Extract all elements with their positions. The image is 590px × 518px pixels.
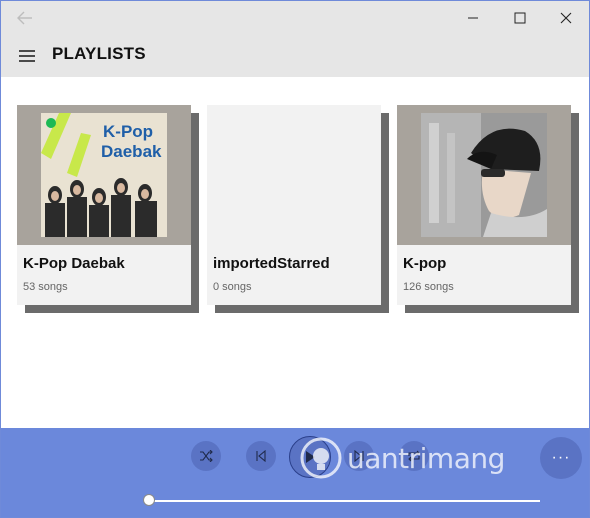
shuffle-icon (200, 450, 213, 462)
app-window: PLAYLISTS K-Pop Daebak K-Pop Daebak 53 s… (0, 0, 590, 518)
more-options-button[interactable]: ··· (540, 437, 582, 479)
card-body: K-pop 126 songs (397, 105, 571, 305)
hamburger-icon (19, 50, 35, 62)
playlist-art-empty (207, 105, 381, 245)
album-cover-kpop-daebak: K-Pop Daebak (41, 113, 167, 237)
minimize-button[interactable] (450, 1, 496, 35)
playlist-name: K-pop (403, 255, 447, 272)
title-bar (1, 1, 589, 35)
playlist-card[interactable]: importedStarred 0 songs (207, 105, 389, 313)
shuffle-button[interactable] (191, 441, 221, 471)
watermark-bulb-icon (300, 437, 342, 479)
watermark-logo: uantrimang (299, 434, 539, 484)
maximize-icon (514, 12, 526, 24)
playlist-name: K-Pop Daebak (23, 255, 125, 272)
playlist-art: K-Pop Daebak (17, 105, 191, 245)
art-title-line2: Daebak (101, 142, 162, 161)
player-bar: uantrimang ··· (1, 428, 589, 517)
card-body: K-Pop Daebak K-Pop Daebak 53 songs (17, 105, 191, 305)
playlist-song-count: 53 songs (23, 281, 68, 293)
playlist-art (397, 105, 571, 245)
album-cover-photo (421, 113, 547, 237)
playlist-grid: K-Pop Daebak K-Pop Daebak 53 songs impor… (1, 77, 589, 427)
app-header: PLAYLISTS (1, 35, 589, 77)
card-body: importedStarred 0 songs (207, 105, 381, 305)
close-icon (560, 12, 572, 24)
previous-button[interactable] (246, 441, 276, 471)
more-icon: ··· (551, 449, 571, 466)
previous-icon (256, 450, 266, 462)
arrow-left-icon (17, 11, 32, 25)
watermark-text: uantrimang (347, 442, 505, 475)
minimize-icon (468, 17, 478, 19)
back-button[interactable] (11, 7, 39, 29)
art-title-line1: K-Pop (103, 122, 153, 141)
playlist-card[interactable]: K-pop 126 songs (397, 105, 579, 313)
playlist-name: importedStarred (213, 255, 330, 272)
playlist-song-count: 0 songs (213, 281, 252, 293)
menu-button[interactable] (15, 47, 39, 65)
playlist-song-count: 126 songs (403, 281, 454, 293)
playlist-card[interactable]: K-Pop Daebak K-Pop Daebak 53 songs (17, 105, 199, 313)
maximize-button[interactable] (497, 1, 543, 35)
progress-track[interactable] (150, 500, 540, 502)
progress-thumb[interactable] (143, 494, 155, 506)
close-button[interactable] (543, 1, 589, 35)
page-title: PLAYLISTS (52, 44, 146, 63)
